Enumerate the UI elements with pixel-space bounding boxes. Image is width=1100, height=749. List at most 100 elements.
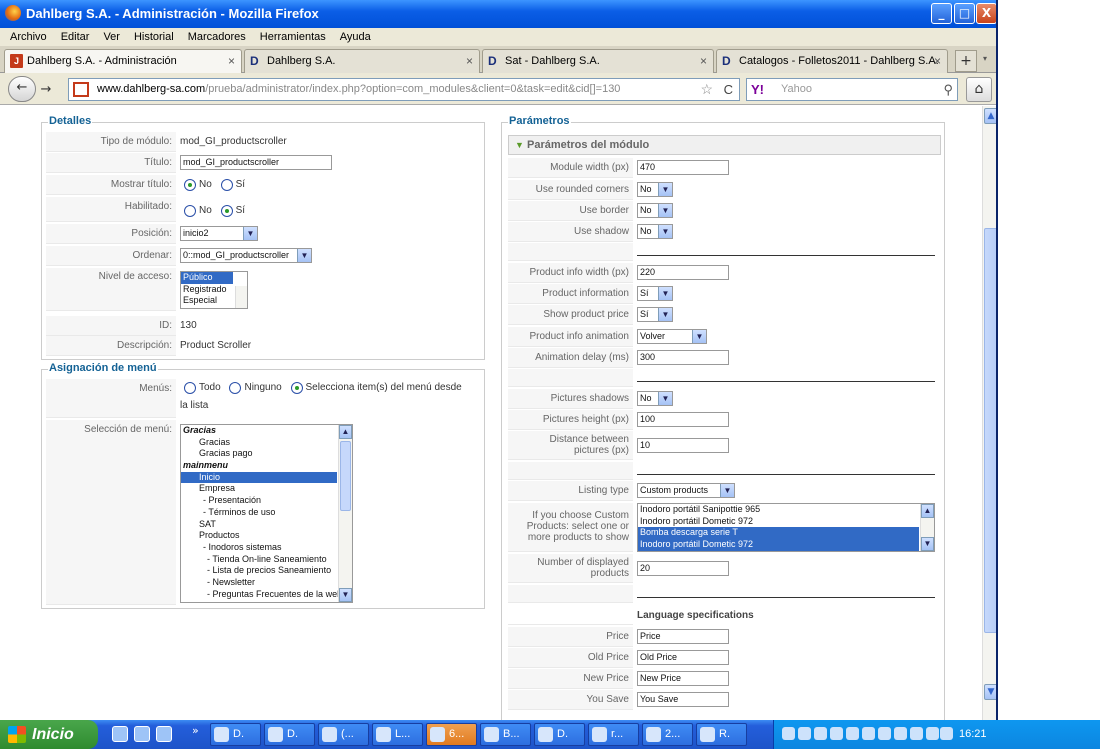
product-option[interactable]: Inodoro portátil Dometic 972: [638, 539, 919, 551]
menu-item-option[interactable]: - Preguntas Frecuentes de la web: [181, 589, 342, 601]
taskbar-item[interactable]: D.: [264, 723, 315, 746]
tray-icon[interactable]: [878, 727, 891, 740]
use-border-select[interactable]: No ▼: [637, 202, 673, 218]
back-button[interactable]: ←: [8, 76, 36, 102]
desktop-quicklaunch-icon[interactable]: [156, 726, 172, 742]
nivel-option[interactable]: Público: [181, 272, 233, 284]
titulo-input[interactable]: mod_GI_productscroller: [180, 154, 332, 170]
listbox-scrollbar[interactable]: ▲ ▼: [920, 504, 934, 551]
taskbar-item[interactable]: 6...: [426, 723, 477, 746]
tray-icon[interactable]: [846, 727, 859, 740]
ordenar-select[interactable]: 0::mod_GI_productscroller ▼: [180, 247, 312, 263]
chevron-down-icon[interactable]: ▼: [658, 286, 672, 300]
new-price-text-input[interactable]: New Price: [637, 670, 729, 686]
listing-type-select[interactable]: Custom products ▼: [637, 482, 735, 498]
menu-historial[interactable]: Historial: [126, 28, 180, 45]
menu-item-option[interactable]: - Inodoros sistemas: [181, 542, 337, 554]
taskbar-item[interactable]: R.: [696, 723, 747, 746]
tab-close-icon[interactable]: ×: [466, 50, 473, 72]
habilitado-si-radio[interactable]: [220, 204, 233, 217]
page-scrollbar[interactable]: ▲ ▼: [982, 106, 996, 720]
chevron-down-icon[interactable]: ▼: [692, 329, 706, 343]
product-option[interactable]: Inodoro portátil Sanipottie 965: [638, 504, 919, 516]
close-button[interactable]: X: [976, 3, 996, 24]
menu-marcadores[interactable]: Marcadores: [180, 28, 252, 45]
tray-icon[interactable]: [894, 727, 907, 740]
tab-dahlberg[interactable]: D Dahlberg S.A. ×: [244, 49, 480, 73]
scroll-down-icon[interactable]: ▼: [984, 684, 996, 700]
tab-catalogos[interactable]: D Catalogos - Folletos2011 - Dahlberg S.…: [716, 49, 948, 73]
tray-icon[interactable]: [798, 727, 811, 740]
chevron-down-icon[interactable]: ▼: [658, 224, 672, 238]
new-tab-button[interactable]: +: [955, 50, 977, 72]
chevron-down-icon[interactable]: ▼: [658, 203, 672, 217]
menu-ayuda[interactable]: Ayuda: [332, 28, 377, 45]
pictures-shadows-select[interactable]: No ▼: [637, 390, 673, 406]
title-bar[interactable]: Dahlberg S.A. - Administración - Mozilla…: [0, 0, 996, 28]
maximize-button[interactable]: □: [954, 3, 975, 24]
menu-item-option[interactable]: - Presentación: [181, 495, 337, 507]
rounded-corners-select[interactable]: No ▼: [637, 181, 673, 197]
chevron-down-icon[interactable]: ▼: [720, 483, 734, 497]
taskbar-item[interactable]: B...: [480, 723, 531, 746]
parametros-panel-header[interactable]: ▼ Parámetros del módulo: [508, 135, 941, 155]
menus-todo-radio[interactable]: [184, 382, 196, 394]
info-width-input[interactable]: 220: [637, 264, 729, 280]
menu-item-option[interactable]: Empresa: [181, 483, 337, 495]
mostrar-no-radio[interactable]: [184, 178, 196, 191]
taskbar-item[interactable]: r...: [588, 723, 639, 746]
product-information-select[interactable]: Sí ▼: [637, 285, 673, 301]
forward-button[interactable]: →: [36, 79, 56, 99]
tray-icon[interactable]: [862, 727, 875, 740]
tray-icon[interactable]: [830, 727, 843, 740]
tab-list-icon[interactable]: ▾: [983, 54, 987, 63]
listbox-scrollbar[interactable]: [235, 286, 247, 308]
menu-item-option[interactable]: - Lista de precios Saneamiento: [181, 565, 337, 577]
scroll-up-icon[interactable]: ▲: [339, 425, 352, 439]
posicion-select[interactable]: inicio2 ▼: [180, 225, 258, 241]
taskbar-item[interactable]: D.: [210, 723, 261, 746]
taskbar-item[interactable]: D.: [534, 723, 585, 746]
listbox-scroll-thumb[interactable]: [340, 441, 351, 511]
chevron-down-icon[interactable]: ▼: [243, 226, 257, 240]
search-input[interactable]: Yahoo: [781, 83, 812, 95]
menu-item-option[interactable]: Gracias pago: [181, 448, 337, 460]
menu-archivo[interactable]: Archivo: [0, 28, 53, 45]
mostrar-si-radio[interactable]: [220, 178, 233, 191]
distance-input[interactable]: 10: [637, 437, 729, 453]
yahoo-engine-icon[interactable]: Y!: [751, 79, 764, 100]
tab-administracion[interactable]: J Dahlberg S.A. - Administración ×: [4, 49, 242, 73]
ie-quicklaunch-icon[interactable]: [112, 726, 128, 742]
minimize-button[interactable]: _: [931, 3, 952, 24]
menu-item-option[interactable]: SAT: [181, 519, 337, 531]
quicklaunch-chevron-icon[interactable]: »: [192, 724, 199, 737]
nivel-listbox[interactable]: Público Registrado Especial: [180, 271, 248, 309]
custom-products-listbox[interactable]: Inodoro portátil Sanipottie 965 Inodoro p…: [637, 503, 935, 552]
displayed-products-input[interactable]: 20: [637, 560, 729, 576]
chevron-down-icon[interactable]: ▼: [658, 391, 672, 405]
menu-ver[interactable]: Ver: [95, 28, 126, 45]
show-price-select[interactable]: Sí ▼: [637, 306, 673, 322]
you-save-text-input[interactable]: You Save: [637, 691, 729, 707]
menu-editar[interactable]: Editar: [53, 28, 96, 45]
old-price-text-input[interactable]: Old Price: [637, 649, 729, 665]
listbox-scrollbar[interactable]: ▲ ▼: [338, 425, 352, 602]
bookmark-star-icon[interactable]: ☆: [700, 79, 713, 100]
taskbar-item[interactable]: L...: [372, 723, 423, 746]
menus-ninguno-radio[interactable]: [229, 382, 242, 394]
taskbar-item[interactable]: (...: [318, 723, 369, 746]
menu-item-option[interactable]: - Tienda On-line Saneamiento: [181, 554, 337, 566]
reload-icon[interactable]: C: [724, 79, 733, 100]
price-text-input[interactable]: Price: [637, 628, 729, 644]
scroll-up-icon[interactable]: ▲: [984, 108, 996, 124]
animation-delay-input[interactable]: 300: [637, 349, 729, 365]
tray-icon[interactable]: [782, 727, 795, 740]
menu-item-option[interactable]: - Términos de uso: [181, 507, 337, 519]
info-animation-select[interactable]: Volver ▼: [637, 328, 707, 344]
tab-close-icon[interactable]: ×: [228, 50, 235, 72]
tray-icon[interactable]: [910, 727, 923, 740]
chevron-down-icon[interactable]: ▼: [658, 307, 672, 321]
scroll-up-icon[interactable]: ▲: [921, 504, 934, 518]
scroll-down-icon[interactable]: ▼: [921, 537, 934, 551]
menu-item-option[interactable]: Inicio: [181, 471, 337, 484]
